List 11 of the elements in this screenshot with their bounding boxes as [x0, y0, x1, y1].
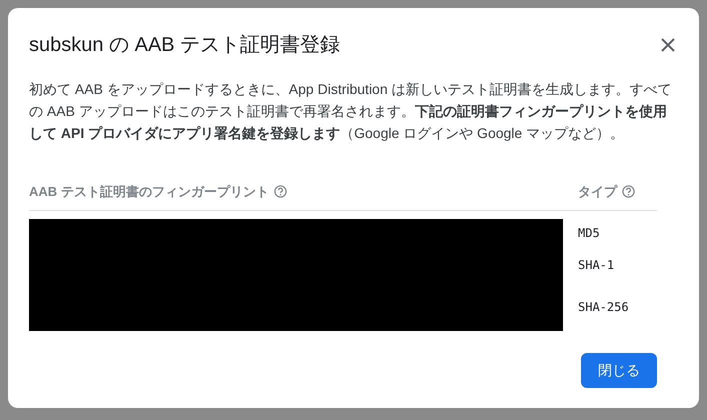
table-cell-text: MD5	[578, 224, 601, 242]
dialog-title: subskun の AAB テスト証明書登録	[29, 33, 340, 58]
help-icon[interactable]	[622, 185, 635, 198]
help-icon[interactable]	[274, 185, 287, 198]
close-button[interactable]: 閉じる	[581, 352, 657, 388]
table-cell-text: SHA-1	[578, 256, 616, 274]
column-header: AAB テスト証明書のフィンガープリント	[29, 183, 269, 201]
column-header: タイプ	[578, 183, 617, 201]
close-icon[interactable]	[661, 38, 675, 52]
dialog-description: 初めて AAB をアップロードするときに、App Distribution は新しいテスト証明書を生成します。すべての AAB アップロードはこのテスト証明書で再署名されます。下記の証明書フィンガープリントを使用して API プロバイダにアプリ署名鍵を登録します（Google ログインや Google マップなど）。	[29, 80, 673, 143]
table-cell-text: SHA-256	[578, 298, 629, 316]
